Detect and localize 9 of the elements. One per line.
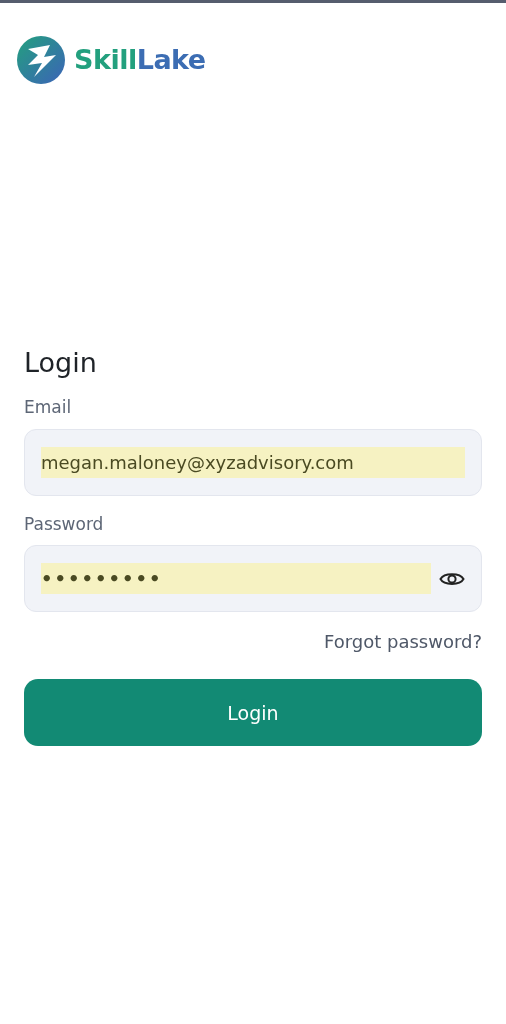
email-field[interactable]: megan.maloney@xyzadvisory.com [24,428,482,496]
forgot-password-link[interactable]: Forgot password? [323,628,482,656]
logo-icon [16,35,66,85]
password-field[interactable]: ••••••••• [24,545,482,613]
login-button[interactable]: Login [24,679,482,747]
logo-text: SkillLake [74,42,206,77]
field-label: Password [24,512,105,536]
field-label: Email [24,396,73,420]
page-title: Login [24,347,98,380]
